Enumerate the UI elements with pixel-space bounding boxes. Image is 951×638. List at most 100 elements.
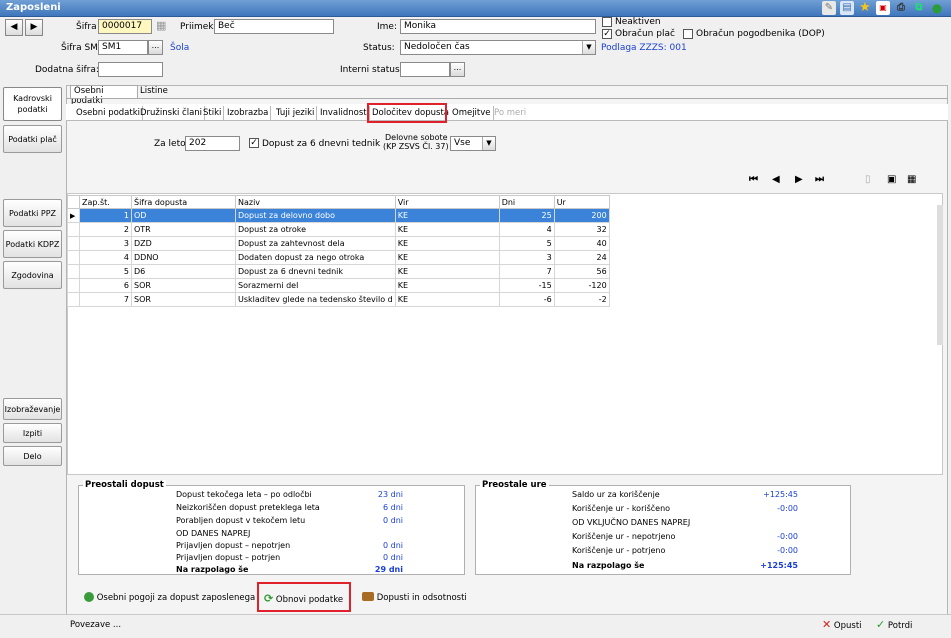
table-cell[interactable]: 7	[79, 292, 132, 307]
table-cell[interactable]: 7	[498, 264, 555, 279]
table-cell[interactable]: 32	[553, 222, 610, 237]
sifra-sm-field[interactable]: SM1	[98, 40, 148, 55]
subtab-po-meri[interactable]: Po meri	[492, 106, 528, 120]
table-cell[interactable]: Sorazmerni del	[235, 278, 396, 293]
table-cell[interactable]: 3	[79, 236, 132, 251]
opusti-button[interactable]: ✕ Opusti	[822, 618, 862, 631]
potrdi-button[interactable]: ✓ Potrdi	[876, 618, 912, 631]
subtab-omejitve[interactable]: Omejitve	[450, 106, 494, 120]
sifra-sm-link[interactable]: Šola	[170, 43, 189, 53]
table-cell[interactable]: Dopust za delovno dobo	[235, 208, 396, 223]
grid-settings-icon[interactable]: ▦	[907, 174, 916, 185]
table-cell[interactable]: -2	[553, 292, 610, 307]
table-row[interactable]: 4 DDNO Dodaten dopust za nego otroka KE …	[67, 250, 610, 265]
podlaga-zzzs-link[interactable]: Podlaga ZZZS: 001	[601, 43, 687, 53]
col-sifra-dopusta[interactable]: Šifra dopusta	[131, 195, 236, 209]
table-cell[interactable]: DZD	[131, 236, 236, 251]
last-record-icon[interactable]: ⏭	[815, 174, 824, 185]
globe-icon[interactable]: ●	[930, 1, 944, 15]
table-cell[interactable]: KE	[394, 208, 500, 223]
subtab-osebni-podatki[interactable]: Osebni podatki	[74, 106, 144, 120]
table-cell[interactable]: OD	[131, 208, 236, 223]
ime-field[interactable]: Monika	[400, 19, 596, 34]
save-grid-icon[interactable]: ▣	[887, 174, 896, 185]
table-row[interactable]: 2 OTR Dopust za otroke KE 4 32	[67, 222, 610, 237]
col-zap-st[interactable]: Zap.št.	[79, 195, 132, 209]
next-record-button[interactable]: ▶	[25, 19, 43, 36]
col-ur[interactable]: Ur	[553, 195, 610, 209]
col-naziv[interactable]: Naziv	[235, 195, 396, 209]
sidebar-item-podatki-kdpz[interactable]: Podatki KDPZ	[3, 230, 62, 258]
previous-record-button[interactable]: ◀	[5, 19, 23, 36]
sidebar-item-podatki-ppz[interactable]: Podatki PPZ	[3, 199, 62, 227]
subtab-tuji-jeziki[interactable]: Tuji jeziki	[274, 106, 318, 120]
table-cell[interactable]: 24	[553, 250, 610, 265]
table-cell[interactable]: DDNO	[131, 250, 236, 265]
pdf-icon[interactable]: ▣	[876, 1, 890, 15]
col-dni[interactable]: Dni	[498, 195, 555, 209]
tab-listine[interactable]: Listine	[140, 86, 168, 96]
table-cell[interactable]: 2	[79, 222, 132, 237]
table-cell[interactable]: 1	[79, 208, 132, 223]
povezave-link[interactable]: Povezave ...	[70, 620, 121, 630]
table-cell[interactable]: D6	[131, 264, 236, 279]
table-cell[interactable]: 200	[553, 208, 610, 223]
interni-statusi-field[interactable]	[400, 62, 450, 77]
previous-icon[interactable]: ◀	[772, 174, 780, 185]
table-cell[interactable]: 6	[79, 278, 132, 293]
dopust-6-dnevni-checkbox[interactable]: ✓	[249, 138, 259, 148]
table-cell[interactable]: KE	[394, 236, 500, 251]
first-record-icon[interactable]: ⏮	[749, 174, 758, 185]
sidebar-item-delo[interactable]: Delo	[3, 446, 62, 466]
sidebar-item-izobrazevanje[interactable]: Izobraževanje	[3, 398, 62, 420]
sidebar-item-podatki-plac[interactable]: Podatki plač	[3, 125, 62, 153]
star-icon[interactable]: ★	[858, 1, 872, 15]
table-cell[interactable]: KE	[394, 278, 500, 293]
printer-icon[interactable]: ⎙	[894, 1, 908, 15]
table-cell[interactable]: 5	[79, 264, 132, 279]
obracun-plac-checkbox[interactable]: ✓	[602, 29, 612, 39]
table-cell[interactable]: 4	[498, 222, 555, 237]
table-row[interactable]: 5 D6 Dopust za 6 dnevni tednik KE 7 56	[67, 264, 610, 279]
table-cell[interactable]: Dopust za zahtevnost dela	[235, 236, 396, 251]
table-cell[interactable]: 3	[498, 250, 555, 265]
sidebar-item-kadrovski-podatki[interactable]: Kadrovski podatki	[3, 87, 62, 121]
next-icon[interactable]: ▶	[795, 174, 803, 185]
table-cell[interactable]: Dodaten dopust za nego otroka	[235, 250, 396, 265]
chevron-down-icon[interactable]: ▼	[482, 137, 495, 150]
lookup-icon[interactable]: ▦	[156, 19, 166, 32]
sidebar-item-izpiti[interactable]: Izpiti	[3, 423, 62, 443]
table-cell[interactable]: SOR	[131, 278, 236, 293]
table-cell[interactable]: -120	[553, 278, 610, 293]
dodatna-sifra-field[interactable]	[98, 62, 163, 77]
sifra-sm-lookup-button[interactable]: ...	[148, 40, 163, 55]
table-row[interactable]: 3 DZD Dopust za zahtevnost dela KE 5 40	[67, 236, 610, 251]
dopusti-odsotnosti-button[interactable]: Dopusti in odsotnosti	[362, 592, 467, 603]
table-cell[interactable]: -6	[498, 292, 555, 307]
table-cell[interactable]: OTR	[131, 222, 236, 237]
tab-osebni-podatki[interactable]: Osebni podatki	[70, 85, 138, 106]
table-cell[interactable]: KE	[394, 264, 500, 279]
neaktiven-checkbox[interactable]	[602, 17, 612, 27]
table-cell[interactable]: 56	[553, 264, 610, 279]
table-cell[interactable]: Dopust za otroke	[235, 222, 396, 237]
chevron-down-icon[interactable]: ▼	[582, 41, 595, 54]
table-cell[interactable]: Dopust za 6 dnevni tednik	[235, 264, 396, 279]
copy-icon[interactable]: ⧉	[912, 1, 926, 15]
table-cell[interactable]: Uskladitev glede na tedensko število d	[235, 292, 396, 307]
status-select[interactable]: Nedoločen čas	[400, 40, 596, 55]
obracun-pogodbenika-checkbox[interactable]	[683, 29, 693, 39]
osebni-pogoji-button[interactable]: Osebni pogoji za dopust zaposlenega	[84, 592, 255, 603]
obnovi-podatke-button[interactable]: ⟳ Obnovi podatke	[264, 592, 343, 605]
table-cell[interactable]: -15	[498, 278, 555, 293]
interni-statusi-lookup-button[interactable]: ...	[450, 62, 465, 77]
table-cell[interactable]: KE	[394, 292, 500, 307]
window-icon[interactable]: ▤	[840, 1, 854, 15]
table-cell[interactable]: KE	[394, 222, 500, 237]
table-cell[interactable]: 25	[498, 208, 555, 223]
priimek-field[interactable]: Beč	[214, 19, 334, 34]
subtab-stiki[interactable]: Stiki	[201, 106, 225, 120]
subtab-invalidnost[interactable]: Invalidnost	[318, 106, 370, 120]
subtab-druzinski-clani[interactable]: Družinski člani	[138, 106, 206, 120]
sidebar-item-zgodovina[interactable]: Zgodovina	[3, 261, 62, 289]
